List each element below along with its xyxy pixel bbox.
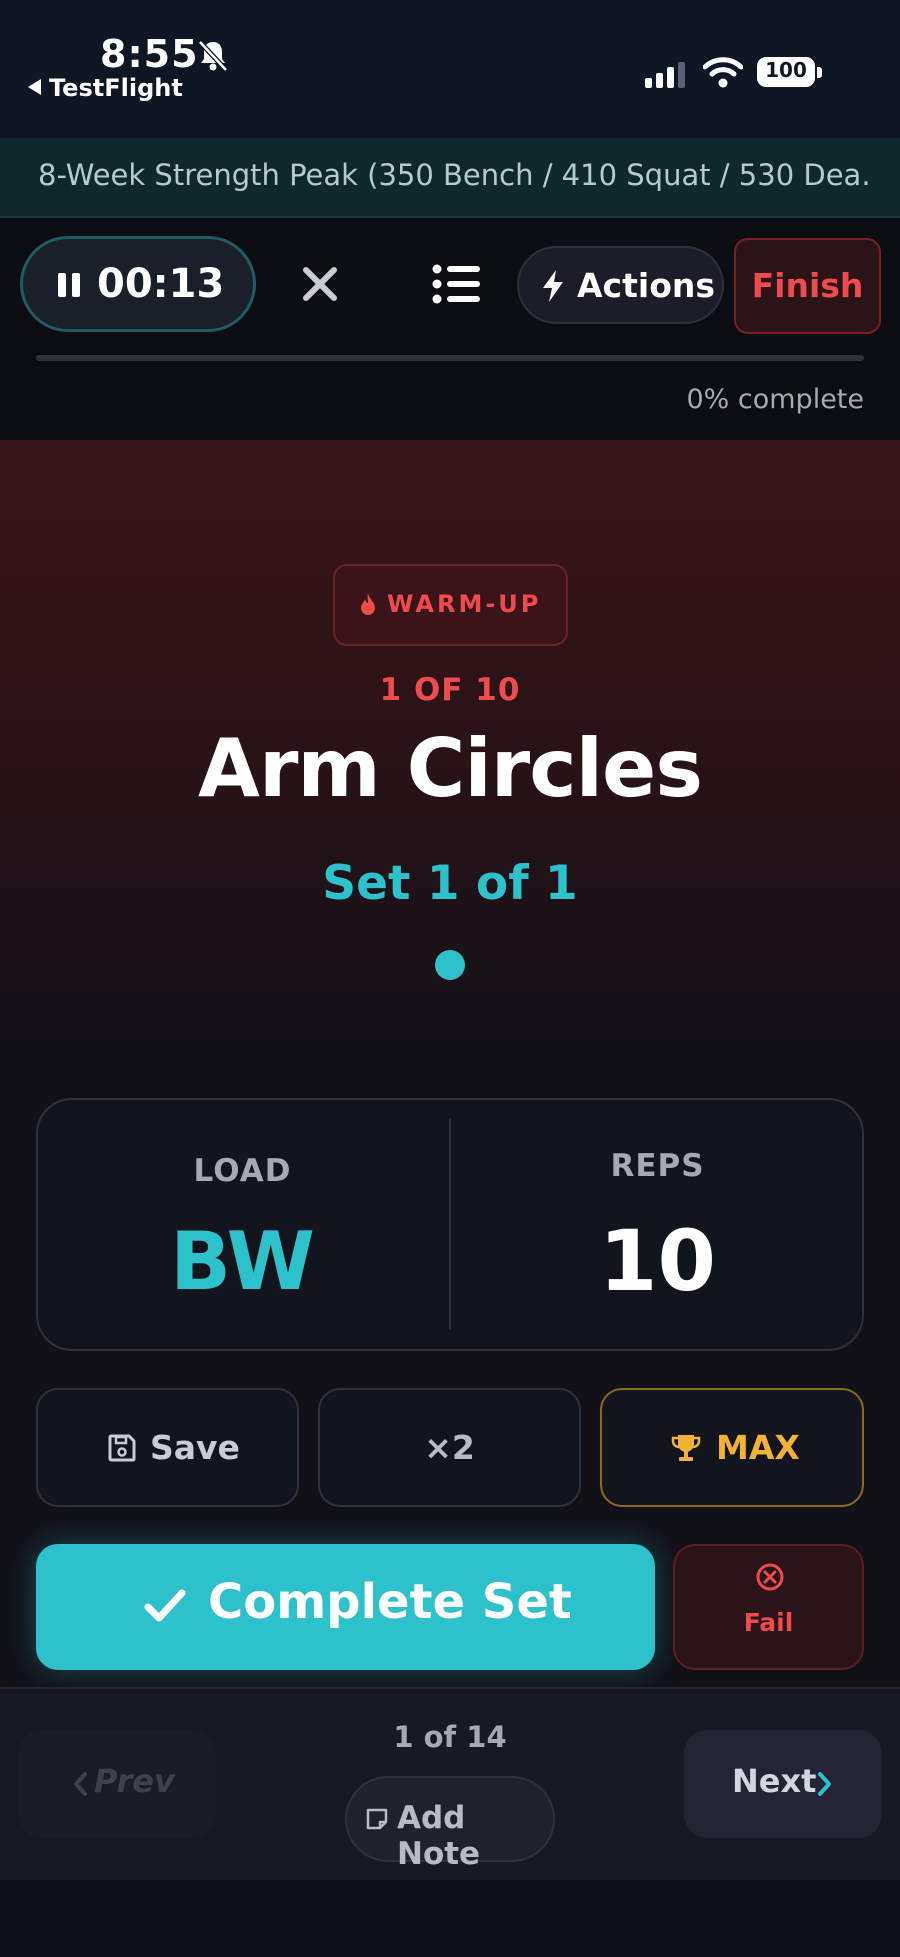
warm-up-badge: WARM-UP [333,564,568,646]
reps-value[interactable]: 10 [451,1212,864,1310]
fail-label: Fail [743,1608,794,1637]
bolt-icon [543,270,563,302]
fail-button[interactable]: Fail [673,1544,864,1670]
next-label: Next [732,1762,817,1800]
progress-text: 0% complete [686,384,864,415]
back-arrow-icon [28,79,41,95]
flame-icon [361,593,375,615]
save-button[interactable]: Save [36,1388,299,1507]
note-icon [366,1808,388,1830]
max-label: MAX [716,1428,800,1467]
exercise-page-count: 1 of 14 [393,1720,507,1754]
next-button[interactable]: Next [684,1730,882,1838]
complete-set-label: Complete Set [208,1574,572,1630]
add-note-label: Add Note [397,1800,481,1872]
double-label: ×2 [424,1428,475,1467]
bottom-safe-area [0,1880,900,1957]
reps-label: REPS [610,1148,705,1184]
prev-button[interactable]: Prev [18,1730,216,1838]
load-value[interactable]: BW [36,1215,449,1308]
exercise-list-icon[interactable] [432,262,482,306]
back-app-label: TestFlight [49,74,183,102]
program-title: 8-Week Strength Peak (350 Bench / 410 Sq… [38,158,868,192]
cellular-signal-icon [645,62,685,88]
finish-label: Finish [751,266,864,305]
set-indicator-dot [435,950,465,980]
workout-progress-bar [36,355,864,361]
x-circle-icon [756,1563,784,1591]
complete-set-button[interactable]: Complete Set [36,1544,655,1670]
add-note-button[interactable]: Add Note [345,1776,555,1872]
back-to-testflight[interactable]: TestFlight [28,74,183,102]
close-icon[interactable] [298,262,342,306]
max-button[interactable]: MAX [600,1388,864,1507]
actions-label: Actions [577,266,715,305]
finish-button[interactable]: Finish [734,238,881,334]
actions-button[interactable]: Actions [517,246,724,324]
checkmark-icon [144,1589,186,1622]
battery-level: 100 [765,58,807,82]
warm-up-label: WARM-UP [387,590,542,618]
timer-pause-button[interactable]: 00:13 [20,236,256,332]
save-label: Save [150,1428,240,1467]
wifi-icon [703,57,743,88]
status-time: 8:55 [100,32,199,76]
battery-icon: 100 [757,57,823,89]
bell-muted-icon [198,40,228,72]
prev-label: Prev [94,1762,175,1800]
double-button[interactable]: ×2 [318,1388,581,1507]
chevron-left-icon [74,1772,87,1796]
set-label: Set 1 of 1 [322,856,578,911]
pause-icon [58,273,82,297]
floppy-disk-icon [108,1434,136,1462]
trophy-icon [671,1435,701,1461]
timer-display: 00:13 [97,261,225,307]
exercise-name: Arm Circles [198,722,703,815]
exercise-counter: 1 OF 10 [379,672,521,708]
chevron-right-icon [818,1772,831,1796]
load-label: LOAD [193,1153,292,1189]
